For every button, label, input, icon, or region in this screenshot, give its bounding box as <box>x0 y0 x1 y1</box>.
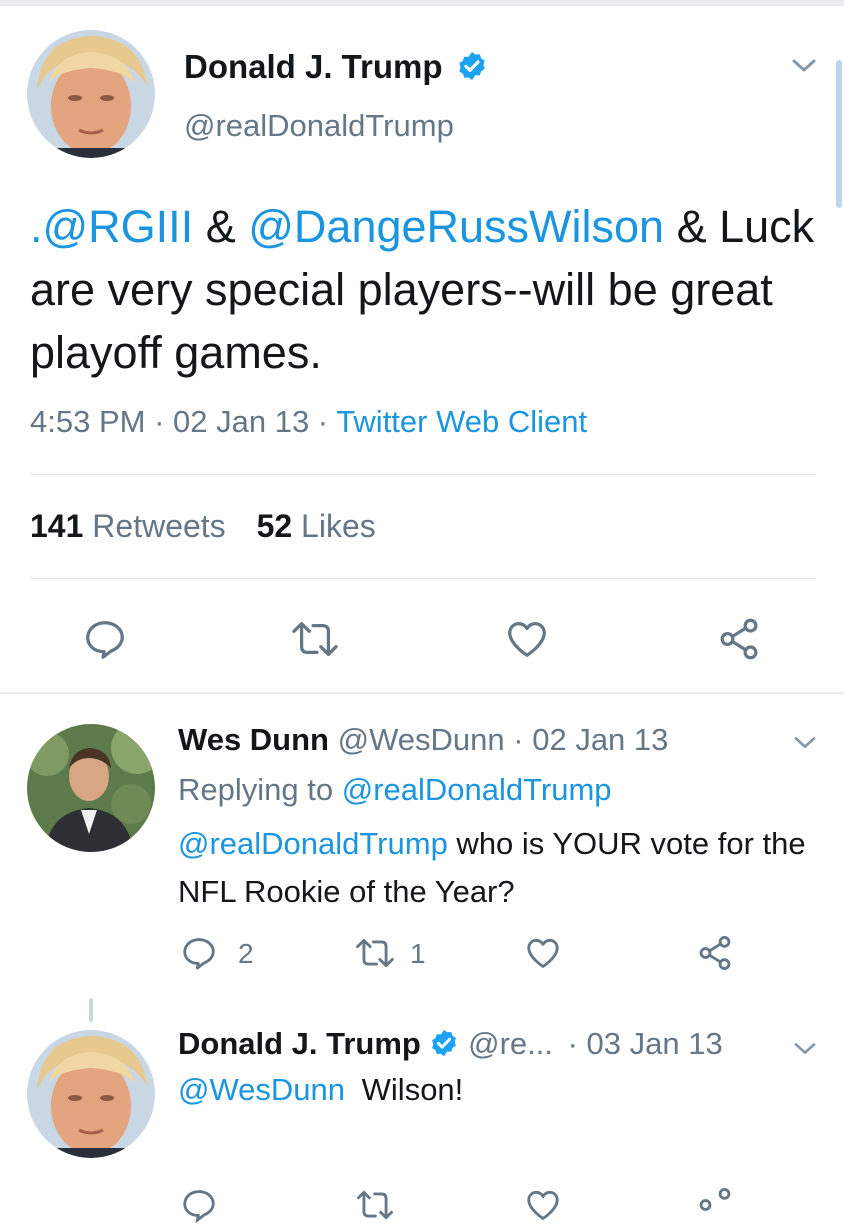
share-icon[interactable] <box>696 934 734 972</box>
chevron-down-icon[interactable] <box>792 1040 818 1058</box>
divider <box>30 578 816 579</box>
tweet-meta: 4:53 PM · 02 Jan 13 · Twitter Web Client <box>30 404 587 440</box>
scrollbar[interactable] <box>836 60 842 208</box>
top-divider <box>0 0 844 6</box>
reply-author-name[interactable]: Donald J. Trump <box>178 1026 421 1061</box>
verified-badge-icon <box>459 52 485 81</box>
reply-date: 02 Jan 13 <box>532 722 669 757</box>
separator-dot: · <box>504 722 533 757</box>
verified-badge-icon <box>432 1029 457 1056</box>
reply-author-handle[interactable]: @re... <box>468 1026 553 1061</box>
reply-header: Wes Dunn @WesDunn · 02 Jan 13 <box>178 722 668 758</box>
chevron-down-icon[interactable] <box>792 734 818 752</box>
tweet-divider <box>0 692 844 694</box>
like-icon[interactable] <box>524 934 562 972</box>
tweet-stats: 141 Retweets 52 Likes <box>30 508 376 545</box>
share-icon[interactable] <box>716 616 762 662</box>
author-avatar[interactable] <box>27 30 155 158</box>
reply-count: 2 <box>238 938 254 969</box>
reply-text: @WesDunn Wilson! <box>178 1072 463 1108</box>
likes-label: Likes <box>301 508 376 544</box>
tweet-date: 02 Jan 13 <box>173 404 310 439</box>
mention-link[interactable]: @DangeRussWilson <box>248 201 664 252</box>
divider <box>30 474 816 475</box>
retweet-icon[interactable] <box>354 934 396 972</box>
likes-stat[interactable]: 52 Likes <box>257 508 376 544</box>
author-name[interactable]: Donald J. Trump <box>184 48 488 86</box>
separator-dot: · <box>558 1026 587 1061</box>
reply-text-part: Wilson! <box>361 1072 464 1107</box>
retweets-label: Retweets <box>92 508 226 544</box>
separator-dot: · <box>309 404 337 439</box>
mention-link[interactable]: @WesDunn <box>178 1072 345 1107</box>
retweet-count: 1 <box>410 938 426 969</box>
retweets-stat[interactable]: 141 Retweets <box>30 508 226 544</box>
reply-icon[interactable] <box>180 934 218 972</box>
tweet-text: .@RGIII & @DangeRussWilson & Luck are ve… <box>30 195 820 384</box>
reply-icon[interactable] <box>180 1186 218 1224</box>
replying-to-link[interactable]: @realDonaldTrump <box>342 772 612 807</box>
author-name-text[interactable]: Donald J. Trump <box>184 48 443 85</box>
retweets-count: 141 <box>30 508 84 544</box>
author-handle[interactable]: @realDonaldTrump <box>184 108 454 144</box>
reply-text: @realDonaldTrump who is YOUR vote for th… <box>178 820 828 916</box>
likes-count: 52 <box>256 508 293 544</box>
reply-author-avatar[interactable] <box>27 1030 155 1158</box>
chevron-down-icon[interactable] <box>790 56 818 76</box>
tweet-source-link[interactable]: Twitter Web Client <box>336 404 587 439</box>
reply-author-name[interactable]: Wes Dunn <box>178 722 329 757</box>
replying-prefix: Replying to <box>178 772 342 807</box>
separator-dot: · <box>145 404 174 439</box>
mention-link[interactable]: .@RGIII <box>30 201 193 252</box>
reply-author-avatar[interactable] <box>27 724 155 852</box>
reply-header: Donald J. Trump @re... · 03 Jan 13 <box>178 1026 723 1062</box>
tweet-text-part: & <box>193 201 249 252</box>
reply-author-handle[interactable]: @WesDunn <box>338 722 505 757</box>
like-icon[interactable] <box>524 1186 562 1224</box>
retweet-icon[interactable] <box>290 616 340 662</box>
mention-link[interactable]: @realDonaldTrump <box>178 826 448 861</box>
reply-icon[interactable] <box>82 616 128 662</box>
replying-to: Replying to @realDonaldTrump <box>178 772 612 808</box>
like-icon[interactable] <box>504 616 550 662</box>
tweet-time: 4:53 PM <box>30 404 146 439</box>
share-icon[interactable] <box>696 1186 734 1224</box>
thread-connector <box>89 998 93 1022</box>
retweet-icon[interactable] <box>354 1186 396 1224</box>
reply-date: 03 Jan 13 <box>586 1026 723 1061</box>
